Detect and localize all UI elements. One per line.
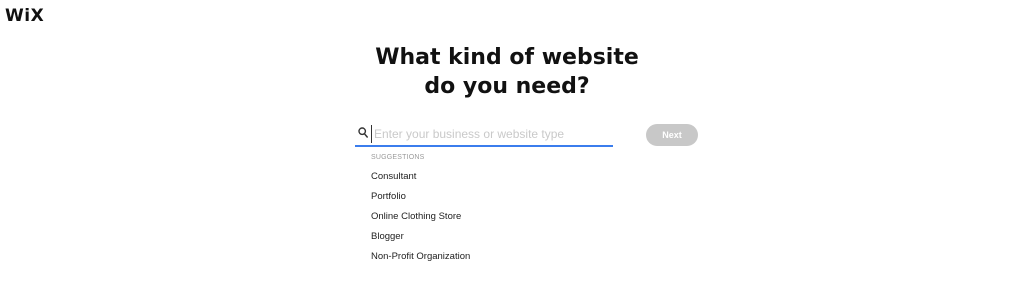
page: WiX What kind of website do you need? Ne… xyxy=(0,0,1024,287)
suggestion-item[interactable]: Portfolio xyxy=(371,187,611,207)
suggestion-list: Consultant Portfolio Online Clothing Sto… xyxy=(371,167,611,267)
suggestion-item[interactable]: Blogger xyxy=(371,227,611,247)
page-title: What kind of website do you need? xyxy=(0,43,1014,101)
suggestions-dropdown: SUGGESTIONS Consultant Portfolio Online … xyxy=(371,153,611,267)
suggestion-item[interactable]: Online Clothing Store xyxy=(371,207,611,227)
next-button[interactable]: Next xyxy=(646,124,698,146)
page-title-line-1: What kind of website xyxy=(375,45,639,70)
suggestion-item[interactable]: Non-Profit Organization xyxy=(371,247,611,267)
search-icon xyxy=(358,127,368,138)
wix-logo[interactable]: WiX xyxy=(5,6,44,26)
search-field xyxy=(355,123,613,147)
suggestion-item[interactable]: Consultant xyxy=(371,167,611,187)
search-input[interactable] xyxy=(371,125,612,143)
page-title-line-2: do you need? xyxy=(424,74,590,99)
suggestions-label: SUGGESTIONS xyxy=(371,154,425,161)
